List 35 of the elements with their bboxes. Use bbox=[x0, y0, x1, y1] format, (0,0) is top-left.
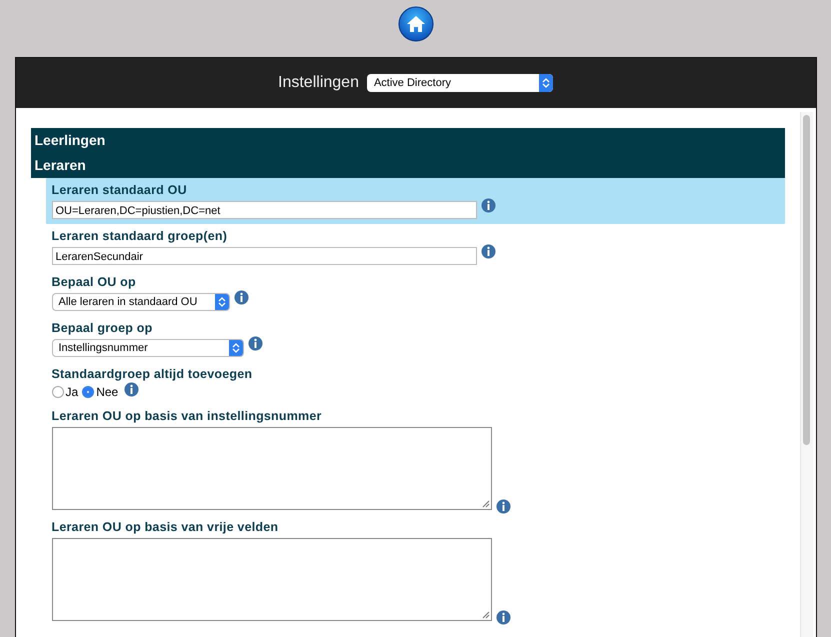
field-label: Bepaal groep op bbox=[52, 321, 154, 335]
section-header[interactable]: Leerlingen bbox=[30, 128, 784, 153]
dropdown[interactable]: Instellingsnummer bbox=[52, 339, 244, 357]
field-label: Leraren OU op basis van instellingsnummer bbox=[52, 409, 323, 423]
radio-button[interactable] bbox=[82, 386, 94, 398]
radio-label: Ja bbox=[66, 385, 78, 399]
text-area[interactable] bbox=[52, 427, 492, 510]
home-icon[interactable] bbox=[398, 6, 434, 42]
page-title: Instellingen bbox=[278, 74, 359, 92]
info-icon[interactable] bbox=[496, 610, 510, 625]
field-label: Standaardgroep altijd toevoegen bbox=[52, 367, 254, 381]
field-label: Leraren standaard OU bbox=[52, 183, 188, 197]
info-icon[interactable] bbox=[496, 499, 510, 514]
settings-select[interactable]: Active Directory bbox=[366, 74, 553, 92]
field-label: Leraren standaard groep(en) bbox=[52, 229, 228, 243]
text-field[interactable]: OU=Leraren,DC=piustien,DC=net bbox=[52, 201, 476, 219]
info-icon[interactable] bbox=[124, 382, 140, 397]
info-icon[interactable] bbox=[480, 198, 496, 213]
stepper-icon bbox=[538, 74, 553, 92]
info-icon[interactable] bbox=[248, 336, 262, 351]
radio-button[interactable] bbox=[52, 386, 64, 398]
stepper-icon bbox=[214, 294, 228, 310]
stepper-icon bbox=[228, 340, 242, 356]
text-field[interactable]: LerarenSecundair bbox=[52, 247, 476, 265]
section-header[interactable]: Leraren bbox=[30, 153, 784, 178]
field-label: Leraren OU op basis van vrije velden bbox=[52, 520, 280, 534]
radio-label: Nee bbox=[96, 385, 118, 399]
field-label: Bepaal OU op bbox=[52, 275, 137, 289]
text-area[interactable] bbox=[52, 538, 492, 621]
info-icon[interactable] bbox=[234, 290, 248, 305]
resize-grip-icon[interactable] bbox=[482, 611, 490, 619]
scrollbar-thumb[interactable] bbox=[803, 115, 810, 445]
info-icon[interactable] bbox=[480, 244, 496, 259]
dropdown[interactable]: Alle leraren in standaard OU bbox=[52, 293, 230, 311]
resize-grip-icon[interactable] bbox=[482, 500, 490, 508]
